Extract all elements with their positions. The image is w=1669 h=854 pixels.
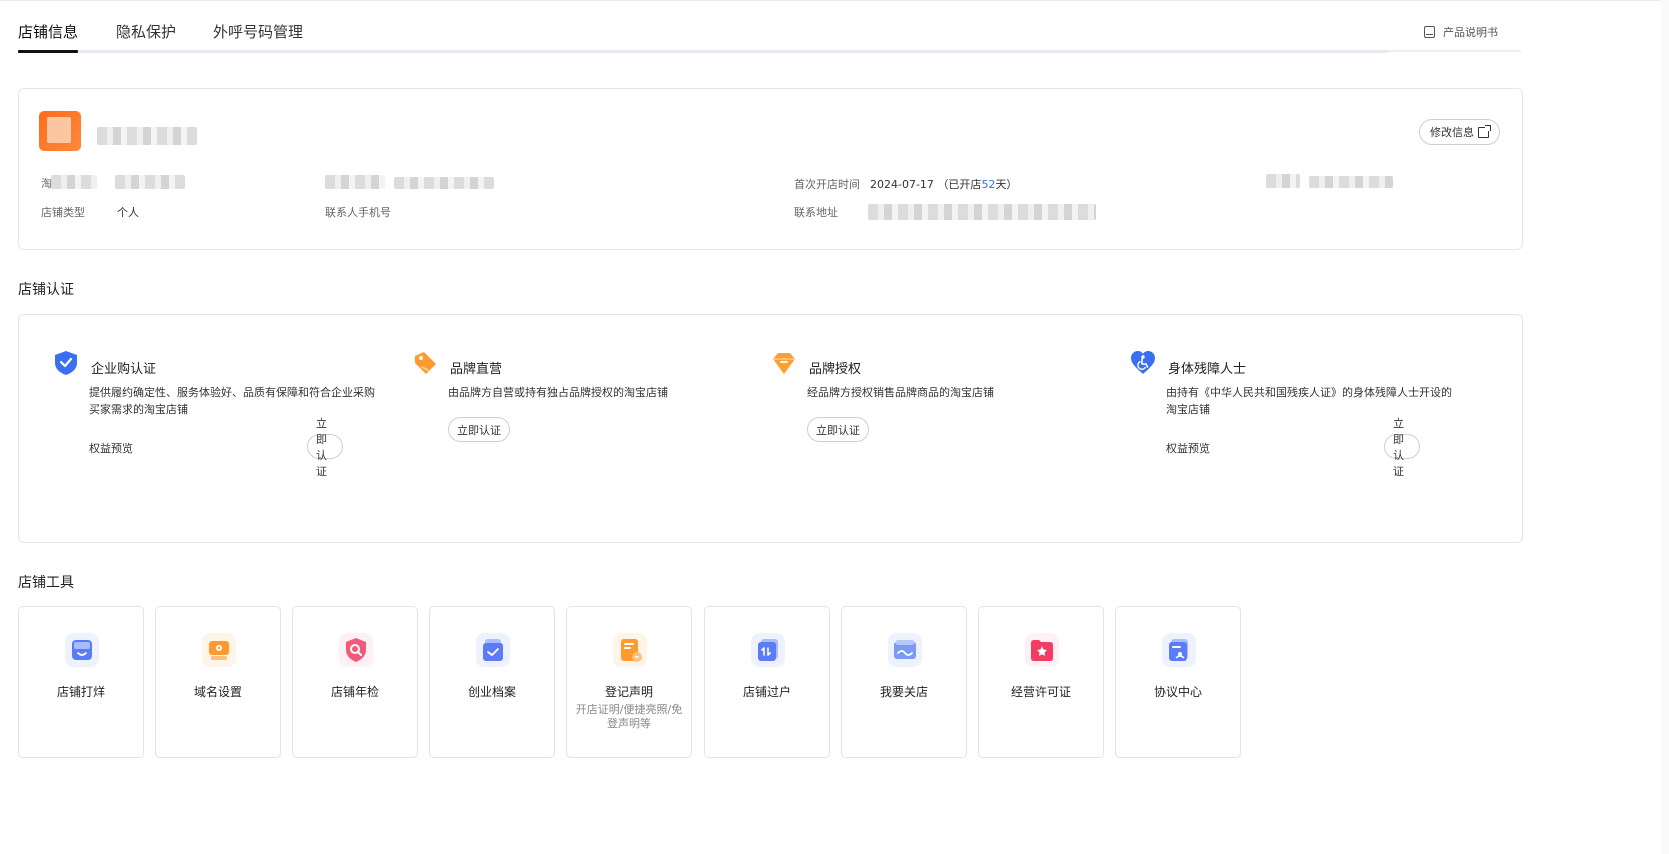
certify-button[interactable]: 立即认证 xyxy=(448,417,510,442)
address-label: 联系地址 xyxy=(794,206,838,219)
tool-agreement-center[interactable]: 协议中心 xyxy=(1115,606,1241,758)
certify-button[interactable]: 立即认证 xyxy=(307,417,343,478)
cert-card: 企业购认证 提供履约确定性、服务体验好、品质有保障和符合企业采购买家需求的淘宝店… xyxy=(18,314,1523,543)
shop-type-value: 个人 xyxy=(117,206,139,219)
tool-label: 域名设置 xyxy=(193,685,242,699)
tool-domain-settings[interactable]: 域名设置 xyxy=(155,606,281,758)
tool-sublabel: 开店证明/便捷亮照/免登声明等 xyxy=(575,703,683,730)
tool-business-license[interactable]: 经营许可证 xyxy=(978,606,1104,758)
open-days: 52 xyxy=(981,178,996,191)
tool-label: 我要关店 xyxy=(879,685,928,699)
first-open-label: 首次开店时间 xyxy=(794,178,860,191)
shop-type-label: 店铺类型 xyxy=(41,206,85,219)
tab-shop-info[interactable]: 店铺信息 xyxy=(18,21,78,42)
redacted-field xyxy=(115,175,185,189)
tabs-divider-right xyxy=(1388,50,1521,52)
archive-icon xyxy=(476,633,510,667)
product-manual-link[interactable]: 产品说明书 xyxy=(1424,24,1498,40)
domain-settings-icon xyxy=(202,633,236,667)
certify-button[interactable]: 立即认证 xyxy=(1384,417,1420,478)
heart-wheelchair-icon xyxy=(1131,351,1155,374)
edit-info-button[interactable]: 修改信息 xyxy=(1419,119,1500,145)
redacted-field xyxy=(1309,176,1393,188)
tool-label: 创业档案 xyxy=(467,685,516,699)
product-manual-label: 产品说明书 xyxy=(1443,26,1498,39)
tab-outbound-numbers[interactable]: 外呼号码管理 xyxy=(213,21,303,42)
first-open-value: 2024-07-17 （已开店52天） xyxy=(870,178,1018,191)
cert-section-title: 店铺认证 xyxy=(18,282,74,298)
redacted-field xyxy=(51,175,97,189)
statement-icon xyxy=(613,633,647,667)
redacted-field xyxy=(394,177,494,189)
tool-store-transfer[interactable]: 店铺过户 xyxy=(704,606,830,758)
shop-logo xyxy=(39,111,81,151)
license-folder-icon xyxy=(1025,633,1059,667)
transfer-icon xyxy=(751,633,785,667)
tool-label: 店铺过户 xyxy=(742,685,791,699)
shop-name-redacted xyxy=(97,127,197,145)
redacted-field xyxy=(325,175,385,189)
tool-label: 经营许可证 xyxy=(1010,685,1071,699)
tool-close-store[interactable]: 我要关店 xyxy=(841,606,967,758)
address-redacted xyxy=(868,204,1096,220)
book-icon xyxy=(1424,26,1435,38)
tool-store-closed[interactable]: 店铺打烊 xyxy=(18,606,144,758)
tool-annual-check[interactable]: 店铺年检 xyxy=(292,606,418,758)
tool-label: 登记声明 xyxy=(604,685,653,699)
cert-title: 品牌授权 xyxy=(809,362,862,377)
active-tab-indicator xyxy=(18,50,78,53)
cert-desc: 提供履约确定性、服务体验好、品质有保障和符合企业采购买家需求的淘宝店铺 xyxy=(89,386,375,416)
cert-desc: 经品牌方授权销售品牌商品的淘宝店铺 xyxy=(807,386,994,399)
scrollbar[interactable] xyxy=(1661,0,1669,854)
cert-title: 品牌直营 xyxy=(450,362,503,377)
price-tag-icon xyxy=(415,352,436,374)
certify-button[interactable]: 立即认证 xyxy=(807,417,869,442)
tab-privacy[interactable]: 隐私保护 xyxy=(116,21,176,42)
agreement-icon xyxy=(1162,633,1196,667)
tool-label: 店铺年检 xyxy=(330,685,379,699)
top-border xyxy=(0,0,1669,1)
benefit-preview-link[interactable]: 权益预览 xyxy=(1166,440,1210,456)
tool-label: 协议中心 xyxy=(1153,685,1202,699)
diamond-icon xyxy=(773,353,795,374)
tool-startup-archive[interactable]: 创业档案 xyxy=(429,606,555,758)
tabs-divider xyxy=(18,50,1388,53)
tool-label: 店铺打烊 xyxy=(56,685,105,699)
cert-title: 身体残障人士 xyxy=(1168,362,1247,377)
shield-check-icon xyxy=(55,351,77,375)
shield-search-icon xyxy=(339,633,373,667)
edit-info-label: 修改信息 xyxy=(1430,126,1474,139)
external-link-icon xyxy=(1478,124,1491,138)
tool-registration-statement[interactable]: 登记声明 开店证明/便捷亮照/免登声明等 xyxy=(566,606,692,758)
close-store-icon xyxy=(888,633,922,667)
redacted-field xyxy=(1266,174,1300,188)
shop-info-card: 修改信息 淘 首次开店时间 2024-07-17 （已开店52天） 店铺类型 个… xyxy=(18,88,1523,250)
store-closed-icon xyxy=(65,633,99,667)
benefit-preview-link[interactable]: 权益预览 xyxy=(89,440,133,456)
cert-title: 企业购认证 xyxy=(91,362,157,377)
cert-desc: 由持有《中华人民共和国残疾人证》的身体残障人士开设的淘宝店铺 xyxy=(1166,386,1452,416)
tools-section-title: 店铺工具 xyxy=(18,575,74,591)
contact-phone-label: 联系人手机号 xyxy=(325,206,391,219)
cert-desc: 由品牌方自营或持有独占品牌授权的淘宝店铺 xyxy=(448,386,668,399)
